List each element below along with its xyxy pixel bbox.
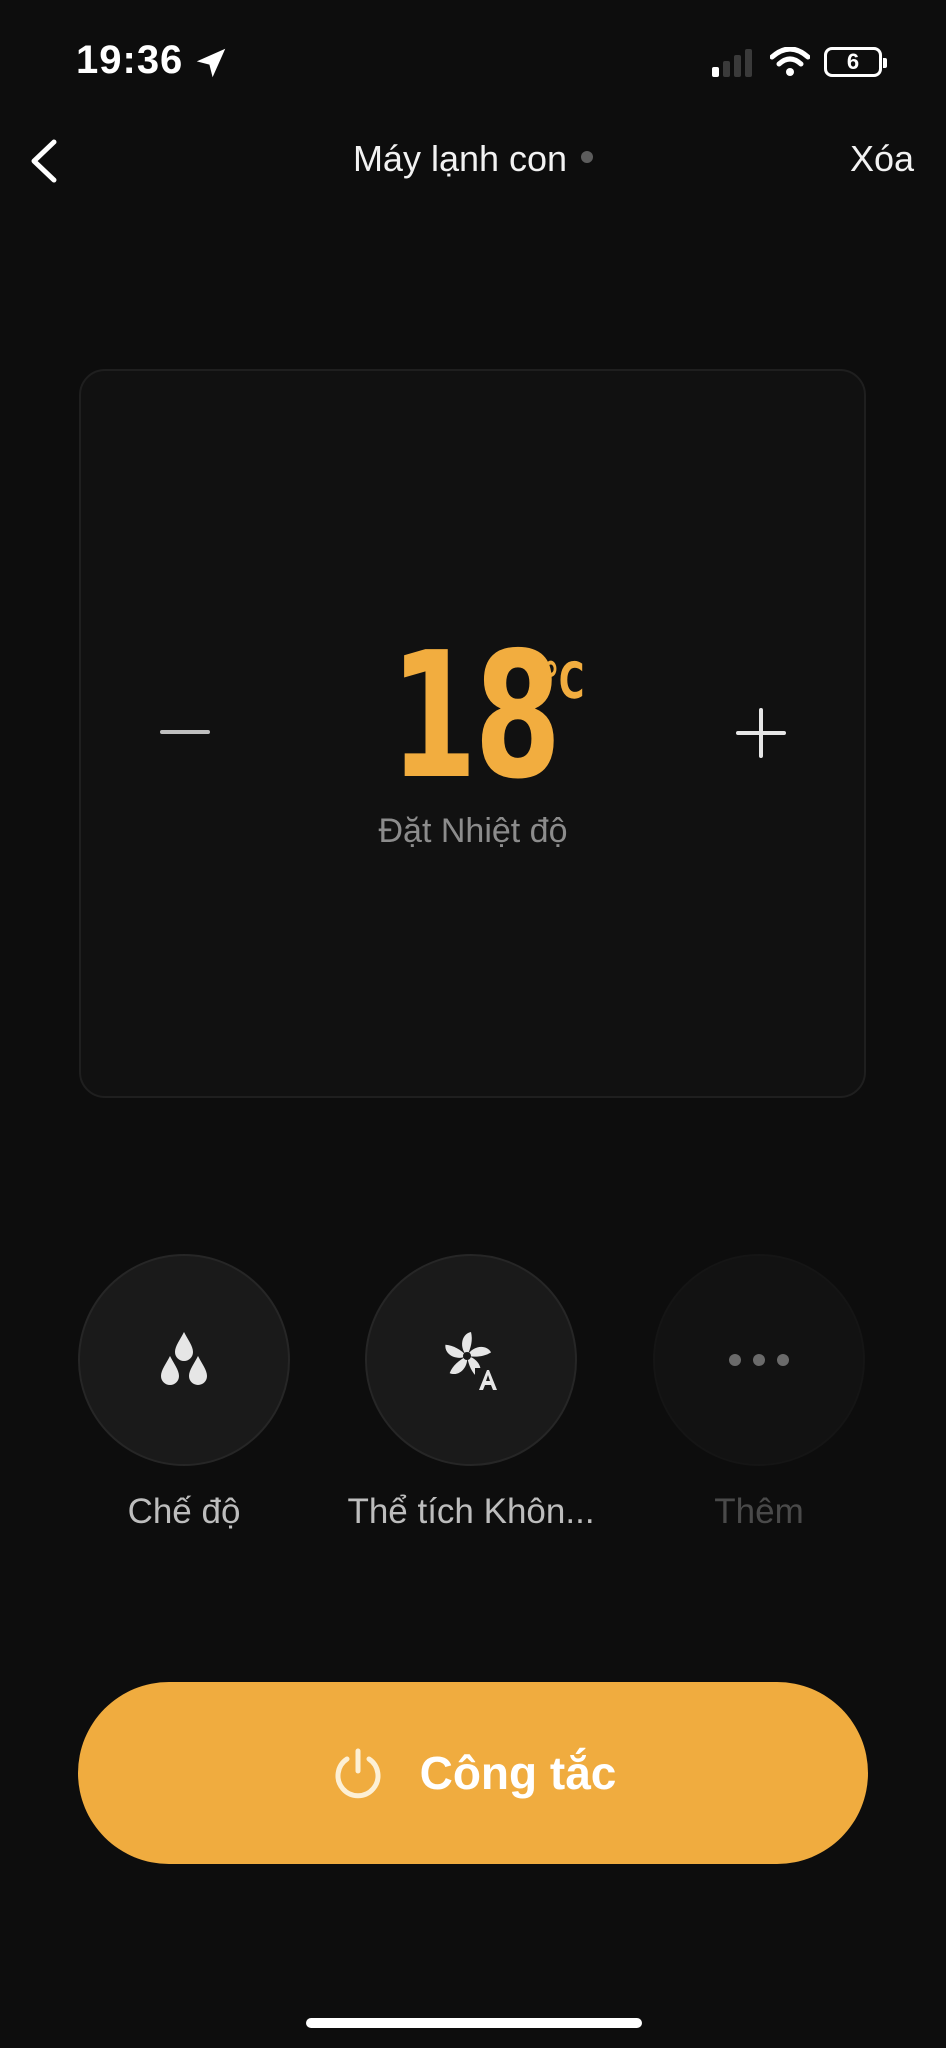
status-time: 19:36	[76, 38, 184, 82]
fan-auto-icon	[445, 1332, 501, 1392]
battery-level: 6	[846, 49, 860, 74]
fan-volume-button[interactable]	[365, 1254, 577, 1466]
decrease-temperature-button[interactable]	[160, 728, 210, 736]
device-name: Máy lạnh con	[352, 138, 568, 179]
increase-temperature-button[interactable]	[736, 708, 786, 758]
wifi-icon	[770, 47, 810, 76]
mode-label: Chế độ	[127, 1492, 241, 1531]
temperature-unit: ℃	[542, 652, 585, 710]
temperature-value: 18	[390, 615, 561, 818]
status-right: 6	[712, 44, 887, 80]
power-icon	[335, 1748, 381, 1799]
mode-button[interactable]	[78, 1254, 290, 1466]
power-switch-button[interactable]: Công tắc	[78, 1682, 868, 1864]
delete-button[interactable]: Xóa	[850, 138, 914, 180]
page-title: Máy lạnh con	[0, 138, 946, 180]
minus-icon	[160, 730, 210, 734]
temperature-label: Đặt Nhiệt độ	[378, 812, 568, 850]
status-dot	[581, 151, 594, 164]
cellular-signal-icon	[712, 49, 752, 77]
more-button[interactable]	[653, 1254, 865, 1466]
location-arrow-icon	[196, 48, 226, 78]
water-drops-icon	[161, 1332, 207, 1385]
battery-icon: 6	[824, 47, 887, 77]
fan-volume-label: Thể tích Khôn...	[347, 1492, 595, 1531]
more-label: Thêm	[714, 1492, 804, 1531]
more-dots-icon	[729, 1354, 789, 1366]
home-indicator[interactable]	[306, 2018, 642, 2028]
power-switch-label: Công tắc	[419, 1747, 617, 1799]
